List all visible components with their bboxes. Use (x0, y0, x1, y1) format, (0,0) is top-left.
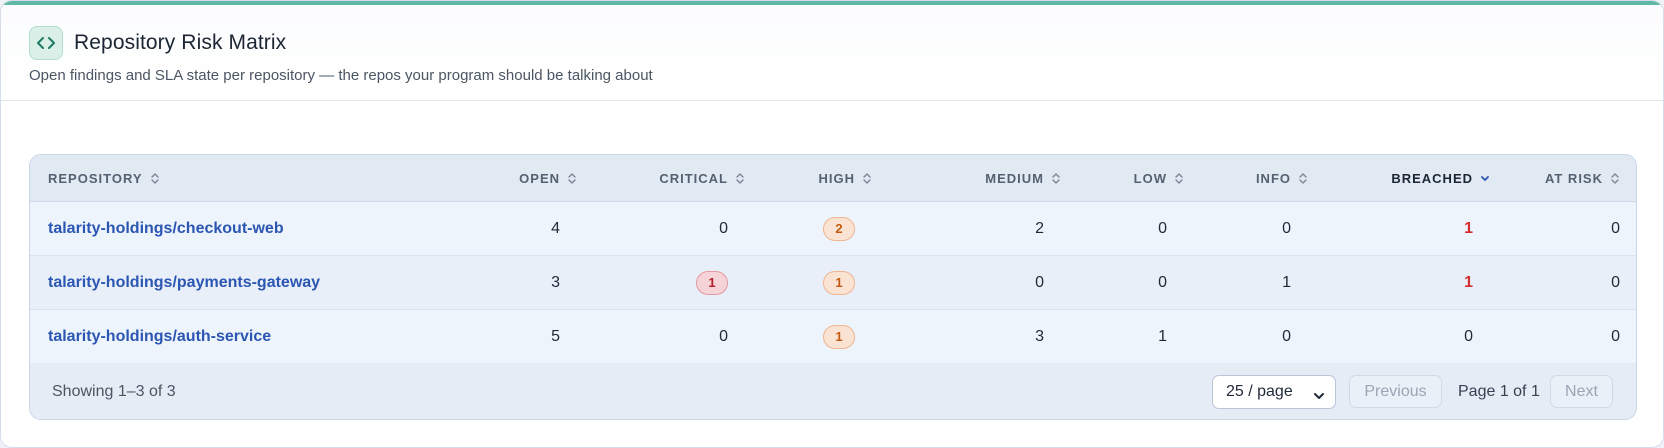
chevron-down-icon (1313, 388, 1325, 406)
repository-cell: talarity-holdings/payments-gateway (48, 256, 320, 309)
column-label-breached: BREACHED (1391, 171, 1473, 186)
column-header-open[interactable]: OPEN (450, 155, 577, 202)
critical-count-cell: 1 (577, 256, 728, 309)
high-count-badge: 2 (823, 216, 855, 241)
sort-neutral-icon (1610, 172, 1620, 185)
info-count: 0 (1282, 219, 1291, 237)
medium-count: 0 (1035, 273, 1044, 291)
column-header-repository[interactable]: REPOSITORY (48, 155, 160, 202)
page-indicator: Page 1 of 1 (1458, 383, 1540, 400)
page-subtitle: Open findings and SLA state per reposito… (29, 67, 653, 84)
column-label-repository: REPOSITORY (48, 171, 143, 186)
code-brackets-icon (29, 26, 63, 60)
info-count: 0 (1282, 327, 1291, 345)
next-page-button[interactable]: Next (1550, 375, 1613, 408)
high-count-badge: 1 (823, 324, 855, 349)
sort-neutral-icon (567, 172, 577, 185)
at-risk-count: 0 (1611, 273, 1620, 291)
card-header: Repository Risk Matrix Open findings and… (1, 5, 1663, 101)
open-count: 3 (551, 273, 560, 291)
column-label-low: LOW (1133, 171, 1167, 186)
breached-count-cell: 1 (1308, 202, 1473, 255)
breached-count: 0 (1464, 327, 1473, 345)
medium-count: 3 (1035, 327, 1044, 345)
repository-link[interactable]: talarity-holdings/checkout-web (48, 220, 284, 238)
column-header-critical[interactable]: CRITICAL (577, 155, 745, 202)
column-header-info[interactable]: INFO (1184, 155, 1308, 202)
medium-count: 2 (1035, 219, 1044, 237)
sort-neutral-icon (1298, 172, 1308, 185)
info-count: 1 (1282, 273, 1291, 291)
column-label-open: OPEN (519, 171, 560, 186)
sort-neutral-icon (735, 172, 745, 185)
open-count: 4 (551, 219, 560, 237)
sort-neutral-icon (862, 172, 872, 185)
critical-count: 0 (719, 219, 728, 237)
risk-matrix-card: Repository Risk Matrix Open findings and… (0, 0, 1664, 448)
low-count: 1 (1158, 327, 1167, 345)
column-label-medium: MEDIUM (985, 171, 1044, 186)
critical-count: 0 (719, 327, 728, 345)
sort-neutral-icon (1174, 172, 1184, 185)
column-header-low[interactable]: LOW (1061, 155, 1184, 202)
repository-link[interactable]: talarity-holdings/auth-service (48, 328, 271, 346)
sort-neutral-icon (150, 172, 160, 185)
at-risk-count: 0 (1611, 219, 1620, 237)
page-title: Repository Risk Matrix (74, 31, 287, 54)
table-row: talarity-holdings/auth-service 5 0 1 3 1… (30, 310, 1636, 364)
previous-page-button[interactable]: Previous (1349, 375, 1442, 408)
critical-count-badge: 1 (696, 270, 728, 295)
high-count-badge: 1 (823, 270, 855, 295)
table-row: talarity-holdings/payments-gateway 3 1 1… (30, 256, 1636, 310)
at-risk-count: 0 (1611, 327, 1620, 345)
repository-cell: talarity-holdings/auth-service (48, 310, 271, 363)
high-count-cell: 1 (745, 256, 855, 309)
sort-neutral-icon (1051, 172, 1061, 185)
repository-link[interactable]: talarity-holdings/payments-gateway (48, 274, 320, 292)
sort-descending-icon (1480, 172, 1490, 185)
breached-count-cell: 1 (1308, 256, 1473, 309)
breached-count: 1 (1464, 273, 1473, 291)
column-header-high[interactable]: HIGH (745, 155, 872, 202)
low-count: 0 (1158, 219, 1167, 237)
table-row: talarity-holdings/checkout-web 4 0 2 2 0… (30, 202, 1636, 256)
showing-count: Showing 1–3 of 3 (52, 383, 176, 400)
column-label-high: HIGH (818, 171, 855, 186)
page-size-select[interactable]: 25 / page (1212, 375, 1336, 409)
repository-cell: talarity-holdings/checkout-web (48, 202, 284, 255)
column-header-breached[interactable]: BREACHED (1308, 155, 1490, 202)
open-count: 5 (551, 327, 560, 345)
column-header-at-risk[interactable]: AT RISK (1490, 155, 1620, 202)
high-count-cell: 1 (745, 310, 855, 363)
column-label-critical: CRITICAL (659, 171, 728, 186)
breached-count: 1 (1464, 219, 1473, 237)
table-header: REPOSITORY OPEN CRITICAL HIGH MEDIUM LOW (30, 155, 1636, 202)
high-count-cell: 2 (745, 202, 855, 255)
table-footer: Showing 1–3 of 3 25 / page Previous Page… (30, 363, 1636, 419)
column-header-medium[interactable]: MEDIUM (872, 155, 1061, 202)
column-label-info: INFO (1255, 171, 1291, 186)
column-label-at-risk: AT RISK (1544, 171, 1603, 186)
low-count: 0 (1158, 273, 1167, 291)
page-size-value: 25 / page (1226, 383, 1293, 400)
risk-table: REPOSITORY OPEN CRITICAL HIGH MEDIUM LOW (29, 154, 1637, 420)
